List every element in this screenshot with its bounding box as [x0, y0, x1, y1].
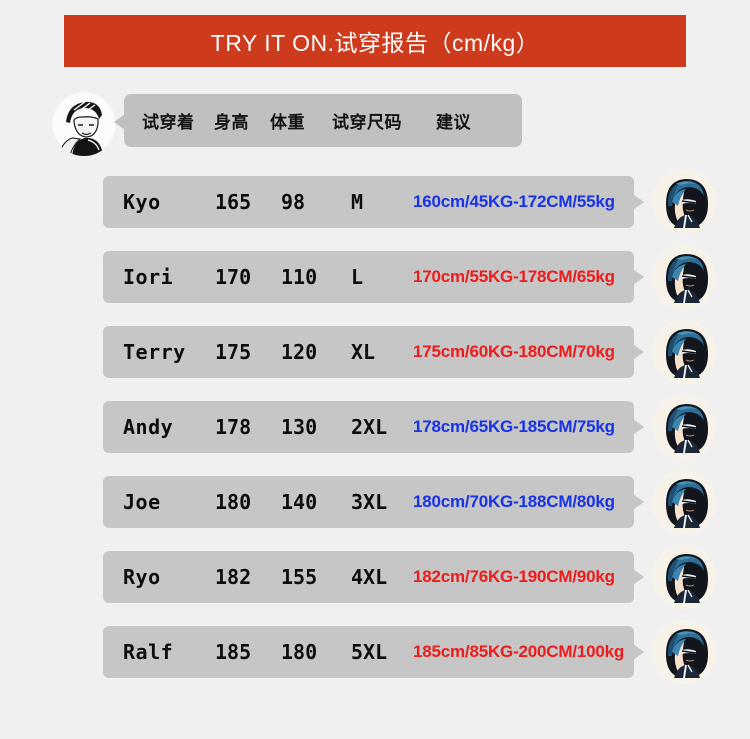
anime-boy-avatar-art — [653, 546, 715, 608]
cell-model-name: Iori — [123, 265, 174, 289]
anime-boy-avatar-art — [653, 621, 715, 683]
column-header-size: 试穿尺码 — [332, 113, 402, 132]
cell-height: 180 — [215, 490, 252, 514]
cell-recommendation: 182cm/76KG-190CM/90kg — [413, 567, 615, 586]
cell-size: 4XL — [351, 565, 388, 589]
cell-model-name: Andy — [123, 415, 174, 439]
title-banner: TRY IT ON.试穿报告（cm/kg） — [64, 15, 686, 67]
cell-weight: 180 — [281, 640, 318, 664]
column-header-height: 身高 — [214, 113, 249, 132]
anime-boy-avatar-icon — [652, 545, 716, 609]
cell-size: 5XL — [351, 640, 388, 664]
cell-height: 178 — [215, 415, 252, 439]
cell-height: 182 — [215, 565, 252, 589]
cell-model-name: Ralf — [123, 640, 174, 664]
anime-boy-avatar-art — [653, 471, 715, 533]
anime-boy-avatar-icon — [652, 395, 716, 459]
cell-model-name: Terry — [123, 340, 186, 364]
cell-recommendation: 175cm/60KG-180CM/70kg — [413, 342, 615, 361]
anime-boy-avatar-art — [653, 171, 715, 233]
cell-size: 3XL — [351, 490, 388, 514]
row-bubble: Ralf 185 180 5XL 185cm/85KG-200CM/100kg — [103, 626, 644, 678]
cell-weight: 110 — [281, 265, 318, 289]
table-row: Ryo 182 155 4XL 182cm/76KG-190CM/90kg — [103, 545, 716, 609]
row-bubble: Andy 178 130 2XL 178cm/65KG-185CM/75kg — [103, 401, 644, 453]
cell-weight: 155 — [281, 565, 318, 589]
cell-height: 165 — [215, 190, 252, 214]
anime-boy-avatar-icon — [652, 245, 716, 309]
anime-boy-avatar-icon — [652, 170, 716, 234]
anime-boy-avatar-art — [653, 321, 715, 383]
row-bubble: Kyo 165 98 M 160cm/45KG-172CM/55kg — [103, 176, 644, 228]
table-row: Kyo 165 98 M 160cm/45KG-172CM/55kg — [103, 170, 716, 234]
cell-recommendation: 160cm/45KG-172CM/55kg — [413, 192, 615, 211]
table-row: Andy 178 130 2XL 178cm/65KG-185CM/75kg — [103, 395, 716, 459]
table-row: Iori 170 110 L 170cm/55KG-178CM/65kg — [103, 245, 716, 309]
row-bubble: Terry 175 120 XL 175cm/60KG-180CM/70kg — [103, 326, 644, 378]
page-title: TRY IT ON.试穿报告（cm/kg） — [210, 30, 540, 56]
table-row: Ralf 185 180 5XL 185cm/85KG-200CM/100kg — [103, 620, 716, 684]
anime-boy-avatar-art — [653, 396, 715, 458]
cell-recommendation: 180cm/70KG-188CM/80kg — [413, 492, 615, 511]
row-bubble: Ryo 182 155 4XL 182cm/76KG-190CM/90kg — [103, 551, 644, 603]
row-bubble: Joe 180 140 3XL 180cm/70KG-188CM/80kg — [103, 476, 644, 528]
cell-size: XL — [351, 340, 376, 364]
cell-size: M — [351, 190, 364, 214]
column-header-model: 试穿着 — [142, 113, 195, 132]
try-it-on-size-chart: TRY IT ON.试穿报告（cm/kg） 试穿着 身高 体重 试穿尺码 建议 … — [0, 0, 750, 739]
cell-model-name: Joe — [123, 490, 161, 514]
cell-weight: 98 — [281, 190, 306, 214]
table-row: Terry 175 120 XL 175cm/60KG-180CM/70kg — [103, 320, 716, 384]
cell-weight: 130 — [281, 415, 318, 439]
cell-recommendation: 170cm/55KG-178CM/65kg — [413, 267, 615, 286]
anime-boy-avatar-art — [653, 246, 715, 308]
cell-height: 170 — [215, 265, 252, 289]
cell-size: 2XL — [351, 415, 388, 439]
row-bubble: Iori 170 110 L 170cm/55KG-178CM/65kg — [103, 251, 644, 303]
cell-size: L — [351, 265, 364, 289]
anime-boy-avatar-icon — [652, 320, 716, 384]
column-header-recommendation: 建议 — [436, 113, 471, 132]
table-row: Joe 180 140 3XL 180cm/70KG-188CM/80kg — [103, 470, 716, 534]
sketch-avatar-icon — [52, 92, 116, 156]
cell-model-name: Kyo — [123, 190, 161, 214]
cell-recommendation: 178cm/65KG-185CM/75kg — [413, 417, 615, 436]
anime-boy-avatar-icon — [652, 470, 716, 534]
header-bubble: 试穿着 身高 体重 试穿尺码 建议 — [114, 94, 522, 147]
cell-height: 175 — [215, 340, 252, 364]
table-header-row: 试穿着 身高 体重 试穿尺码 建议 — [52, 92, 522, 158]
cell-weight: 120 — [281, 340, 318, 364]
anime-boy-avatar-icon — [652, 620, 716, 684]
column-header-weight: 体重 — [270, 113, 305, 132]
cell-height: 185 — [215, 640, 252, 664]
cell-recommendation: 185cm/85KG-200CM/100kg — [413, 642, 625, 661]
sketch-avatar-art — [53, 93, 115, 156]
cell-weight: 140 — [281, 490, 318, 514]
cell-model-name: Ryo — [123, 565, 161, 589]
